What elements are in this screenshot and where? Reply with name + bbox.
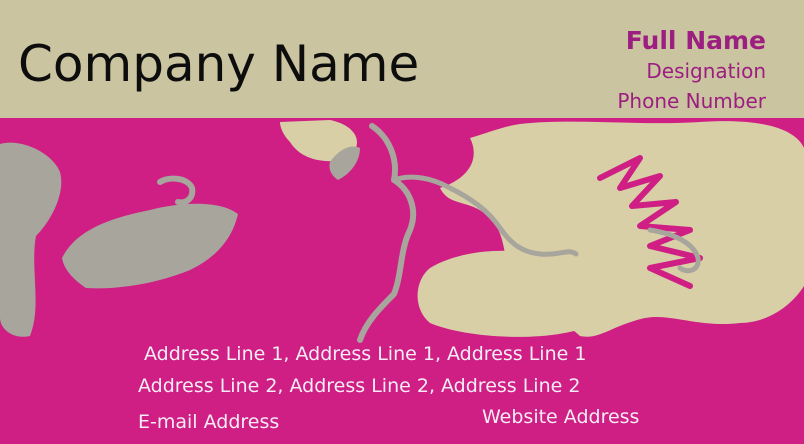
email-address: E-mail Address bbox=[138, 411, 280, 433]
company-name: Company Name bbox=[18, 35, 420, 93]
full-name: Full Name bbox=[625, 26, 766, 55]
business-card: Company Name Full Name Designation Phone… bbox=[0, 0, 804, 444]
phone-number: Phone Number bbox=[617, 89, 766, 113]
left-gray-leaf bbox=[0, 142, 62, 337]
center-gray-leaf bbox=[62, 203, 238, 289]
gray-stem-curl bbox=[157, 175, 196, 206]
header-band: Company Name Full Name Designation Phone… bbox=[0, 0, 804, 118]
designation: Designation bbox=[646, 59, 766, 83]
address-line-2: Address Line 2, Address Line 2, Address … bbox=[138, 375, 581, 397]
address-line-1: Address Line 1, Address Line 1, Address … bbox=[144, 343, 587, 365]
website-address: Website Address bbox=[482, 406, 640, 428]
contact-block: Full Name Designation Phone Number bbox=[617, 26, 766, 116]
gray-vine bbox=[357, 123, 417, 343]
